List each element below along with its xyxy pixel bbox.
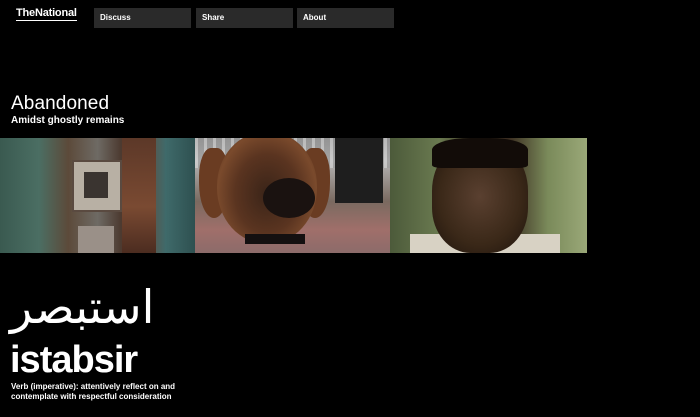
transliterated-word: istabsir xyxy=(10,339,138,381)
site-logo[interactable]: TheNational xyxy=(16,8,77,21)
gallery-image-room[interactable] xyxy=(0,138,195,253)
image-strip xyxy=(0,138,587,253)
arabic-word: استبصر xyxy=(10,280,155,334)
nav-share-button[interactable]: Share xyxy=(196,8,293,28)
gallery-image-dog[interactable] xyxy=(195,138,390,253)
nav-discuss-button[interactable]: Discuss xyxy=(94,8,191,28)
gallery-image-man[interactable] xyxy=(390,138,587,253)
word-definition: Verb (imperative): attentively reflect o… xyxy=(11,382,176,401)
section-subtitle: Amidst ghostly remains xyxy=(11,115,125,126)
nav-about-button[interactable]: About xyxy=(297,8,394,28)
section-title: Abandoned xyxy=(11,93,110,114)
